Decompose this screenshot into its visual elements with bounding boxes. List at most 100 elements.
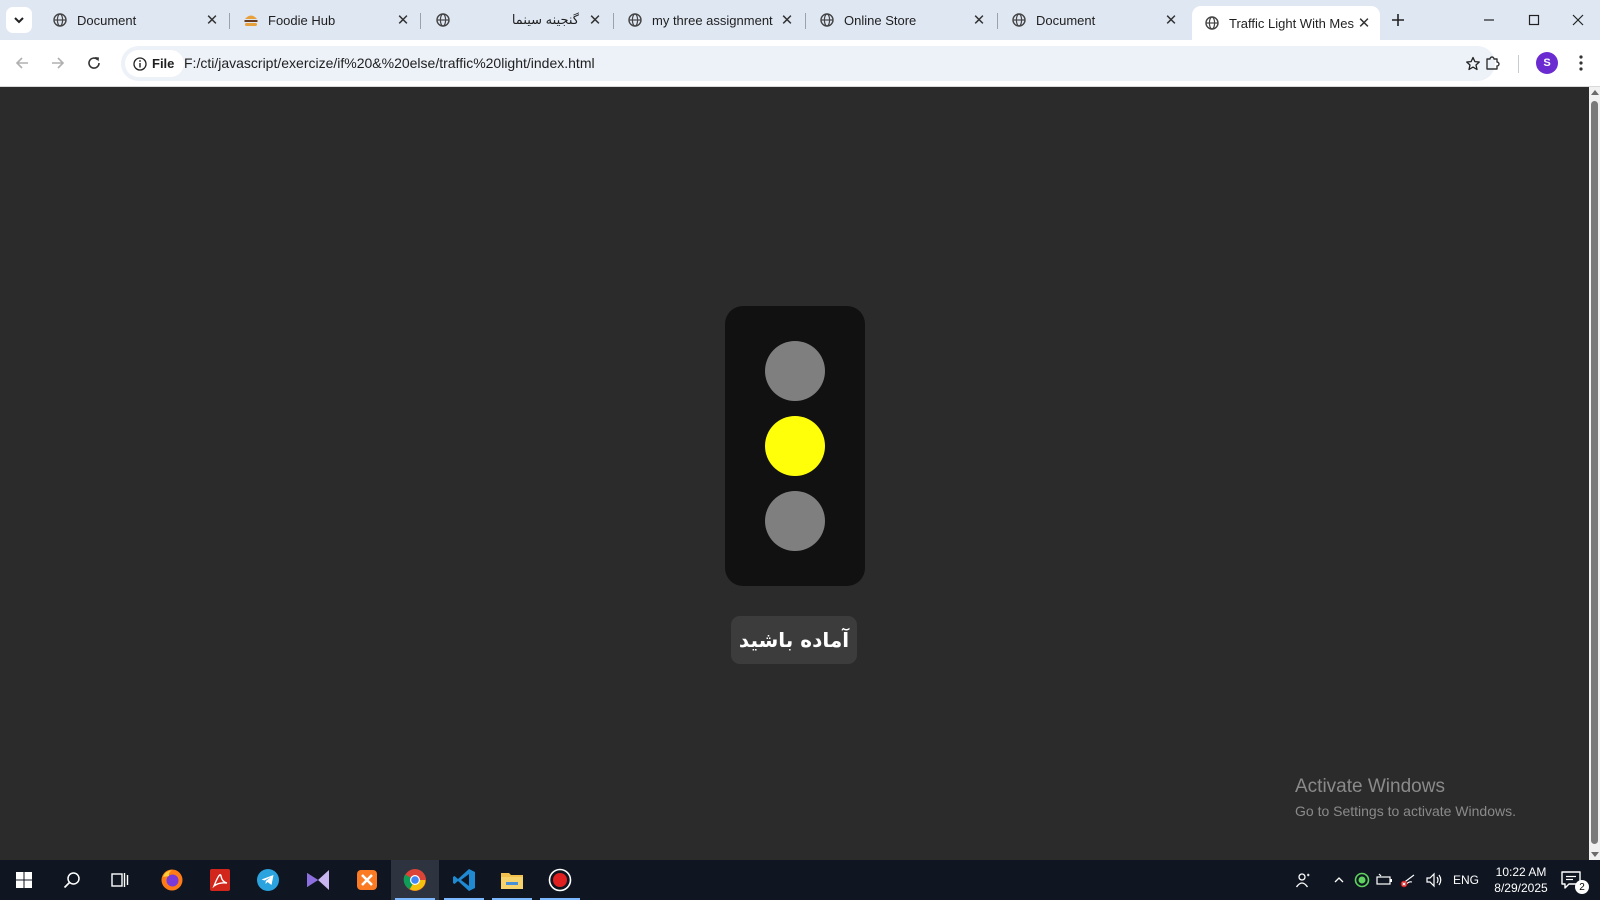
tab-title: Foodie Hub <box>268 12 336 28</box>
maximize-button[interactable] <box>1512 4 1556 36</box>
taskbar-search-button[interactable] <box>48 860 96 900</box>
notification-count-badge: 2 <box>1575 880 1589 894</box>
chrome-taskbar-icon[interactable] <box>391 860 439 900</box>
watermark-subtitle: Go to Settings to activate Windows. <box>1295 803 1516 819</box>
site-info-chip[interactable]: File <box>125 50 185 77</box>
recorder-taskbar-icon[interactable] <box>536 860 584 900</box>
tab-my-three-assignment[interactable]: my three assignment ✕ <box>615 6 803 34</box>
xampp-taskbar-icon[interactable] <box>343 860 391 900</box>
profile-avatar[interactable]: S <box>1536 52 1558 74</box>
battery-icon[interactable] <box>1375 870 1395 890</box>
plus-icon <box>1392 14 1404 26</box>
people-icon[interactable] <box>1293 870 1313 890</box>
reload-icon <box>88 57 100 69</box>
scroll-down-icon[interactable] <box>1591 852 1599 857</box>
close-icon[interactable]: ✕ <box>393 10 413 30</box>
tab-separator <box>229 13 230 29</box>
tab-document-1[interactable]: Document ✕ <box>40 6 228 34</box>
tab-title: my three assignment <box>652 12 773 28</box>
browser-toolbar: File F:/cti/javascript/exercize/if%20&%2… <box>0 40 1600 87</box>
tab-ganjineh-cinema[interactable]: گنجینه سینما ✕ <box>423 6 611 34</box>
telegram-taskbar-icon[interactable] <box>244 860 292 900</box>
minimize-button[interactable] <box>1467 4 1511 36</box>
globe-icon <box>1204 15 1220 31</box>
close-icon[interactable]: ✕ <box>969 10 989 30</box>
url-text[interactable]: F:/cti/javascript/exercize/if%20&%20else… <box>184 55 595 71</box>
chevron-up-icon[interactable] <box>1329 870 1349 890</box>
vscode-taskbar-icon[interactable] <box>440 860 488 900</box>
page-viewport: آماده باشید Activate Windows Go to Setti… <box>0 87 1589 860</box>
tab-strip: Document ✕ Foodie Hub ✕ گنجینه سینما ✕ m… <box>0 0 1600 40</box>
info-icon <box>133 56 147 71</box>
tab-title: Document <box>1036 12 1096 28</box>
taskbar-clock[interactable]: 10:22 AM 8/29/2025 <box>1480 864 1562 896</box>
language-indicator[interactable]: ENG <box>1453 873 1479 887</box>
windows-taskbar: ENG 10:22 AM 8/29/2025 2 <box>0 860 1600 900</box>
tab-title: گنجینه سینما <box>511 12 579 27</box>
task-view-button[interactable] <box>96 860 144 900</box>
task-view-icon <box>111 873 129 887</box>
tab-document-2[interactable]: Document ✕ <box>999 6 1187 34</box>
tab-online-store[interactable]: Online Store ✕ <box>807 6 995 34</box>
chevron-down-icon <box>14 17 24 24</box>
tab-separator <box>997 13 998 29</box>
volume-icon[interactable] <box>1424 870 1444 890</box>
tab-search-button[interactable] <box>6 7 32 33</box>
close-icon[interactable]: ✕ <box>1161 10 1181 30</box>
windows-logo-icon <box>16 872 32 888</box>
page-scrollbar[interactable] <box>1589 87 1600 860</box>
back-button[interactable] <box>7 48 37 78</box>
more-vertical-icon <box>1579 55 1583 71</box>
extensions-button[interactable] <box>1478 48 1508 78</box>
acrobat-taskbar-icon[interactable] <box>196 860 244 900</box>
tab-title: Online Store <box>844 12 917 28</box>
tab-separator <box>420 13 421 29</box>
watermark-title: Activate Windows <box>1295 776 1445 797</box>
close-icon[interactable]: ✕ <box>202 10 222 30</box>
file-explorer-taskbar-icon[interactable] <box>488 860 536 900</box>
close-icon <box>1572 14 1584 26</box>
visual-studio-taskbar-icon[interactable] <box>294 860 342 900</box>
search-icon <box>63 872 80 889</box>
scroll-thumb[interactable] <box>1591 101 1598 844</box>
close-window-button[interactable] <box>1556 4 1600 36</box>
file-label: File <box>152 56 175 71</box>
puzzle-icon <box>1486 56 1500 70</box>
globe-icon <box>819 12 835 28</box>
globe-icon <box>52 12 68 28</box>
arrow-right-icon <box>52 57 65 69</box>
tab-separator <box>805 13 806 29</box>
traffic-message: آماده باشید <box>731 616 857 664</box>
green-light <box>765 491 825 551</box>
close-icon[interactable]: ✕ <box>1354 13 1374 33</box>
yellow-light <box>765 416 825 476</box>
arrow-left-icon <box>15 57 28 69</box>
start-button[interactable] <box>0 860 48 900</box>
browser-menu-button[interactable] <box>1570 48 1592 78</box>
tab-traffic-light[interactable]: Traffic Light With Message ✕ <box>1192 6 1380 40</box>
tab-title: Document <box>77 12 137 28</box>
forward-button[interactable] <box>43 48 73 78</box>
reload-button[interactable] <box>79 48 109 78</box>
globe-icon <box>1011 12 1027 28</box>
minimize-icon <box>1484 19 1494 21</box>
clock-date: 8/29/2025 <box>1494 881 1548 895</box>
tab-separator <box>613 13 614 29</box>
status-circle-icon[interactable] <box>1352 870 1372 890</box>
activate-windows-watermark: Activate Windows Go to Settings to activ… <box>1295 776 1516 819</box>
toolbar-divider <box>1518 55 1519 73</box>
network-disconnected-icon[interactable] <box>1398 870 1418 890</box>
globe-icon <box>627 12 643 28</box>
new-tab-button[interactable] <box>1385 8 1411 32</box>
tab-title: Traffic Light With Message <box>1229 15 1354 31</box>
globe-icon <box>435 12 451 28</box>
close-icon[interactable]: ✕ <box>585 10 605 30</box>
tab-foodie-hub[interactable]: Foodie Hub ✕ <box>231 6 419 34</box>
close-icon[interactable]: ✕ <box>777 10 797 30</box>
clock-time: 10:22 AM <box>1495 865 1547 879</box>
maximize-icon <box>1528 14 1540 26</box>
address-bar[interactable]: File F:/cti/javascript/exercize/if%20&%2… <box>121 46 1495 81</box>
red-light <box>765 341 825 401</box>
scroll-up-icon[interactable] <box>1591 90 1599 95</box>
firefox-taskbar-icon[interactable] <box>148 860 196 900</box>
